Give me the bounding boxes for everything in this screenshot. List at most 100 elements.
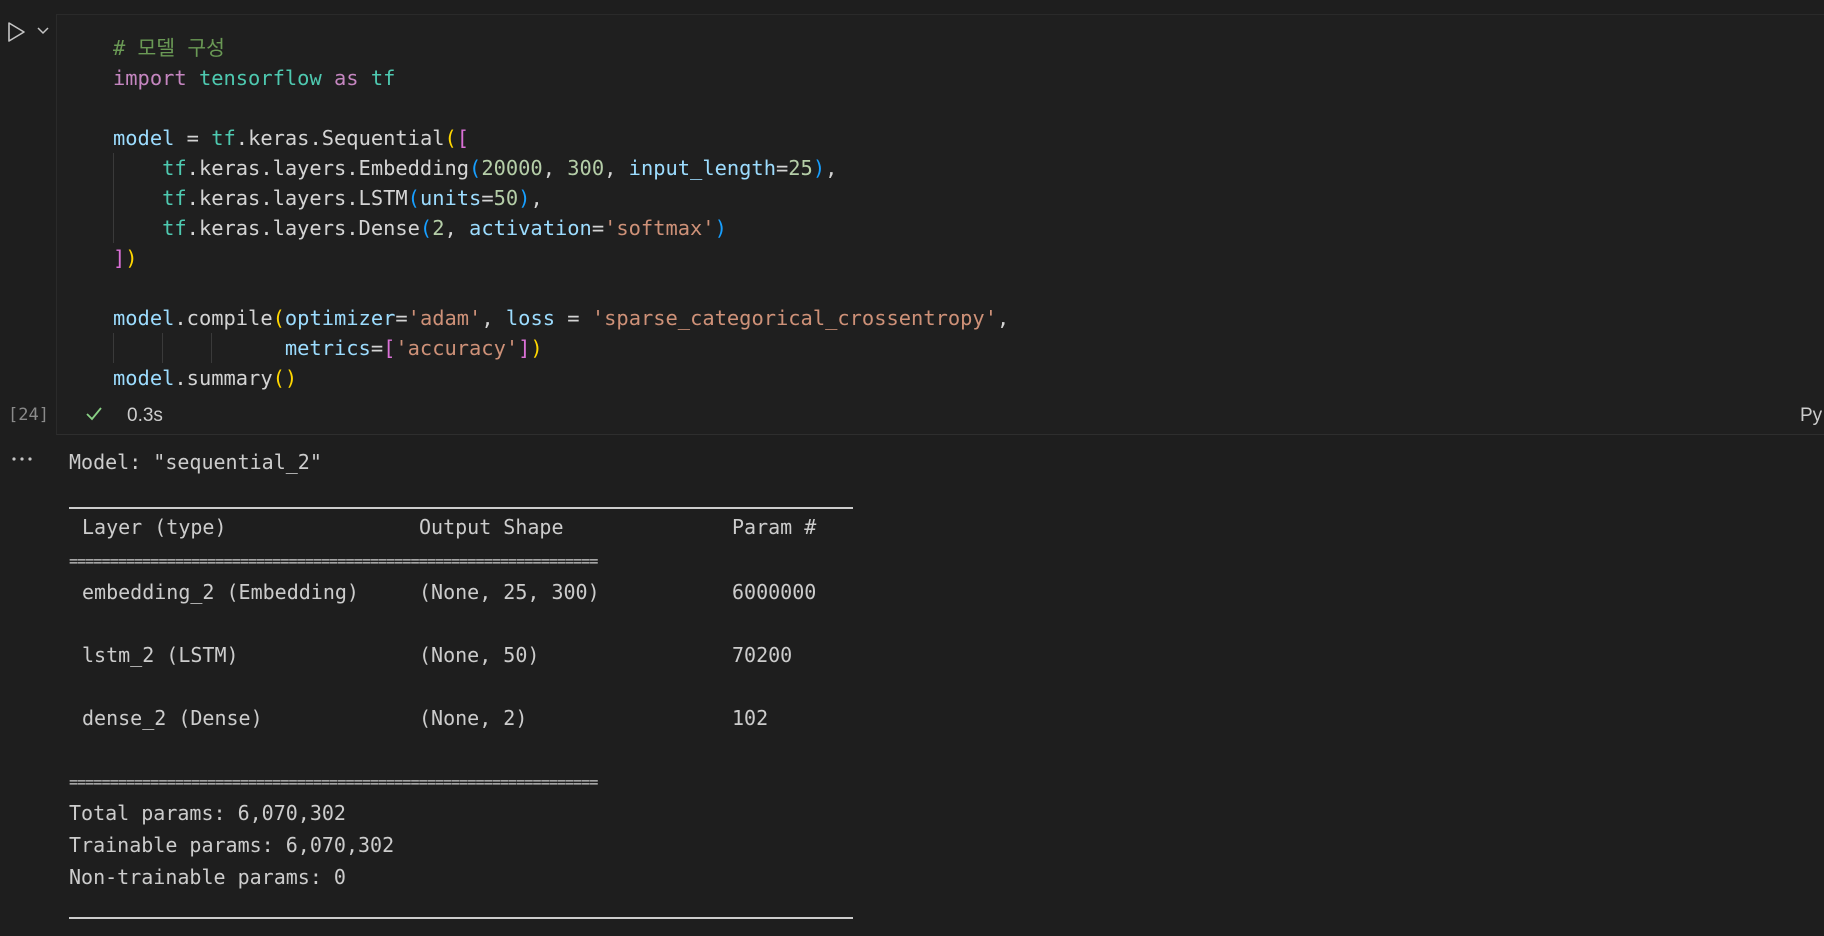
code-token: [ bbox=[383, 336, 396, 360]
code-token: ) bbox=[125, 246, 138, 270]
code-token: 2 bbox=[432, 216, 445, 240]
code-token: ( bbox=[419, 216, 433, 240]
code-token: . bbox=[174, 306, 187, 330]
table-row-shape: (None, 2) bbox=[419, 706, 528, 730]
check-icon bbox=[86, 407, 102, 421]
header-separator: ========================================… bbox=[69, 552, 598, 570]
code-token: import bbox=[113, 66, 187, 90]
code-token: 25 bbox=[788, 156, 813, 180]
code-token: ) bbox=[284, 366, 298, 390]
code-token: 'adam' bbox=[407, 306, 482, 330]
code-token: ( bbox=[407, 186, 420, 210]
code-token: .keras.layers.LSTM bbox=[186, 186, 408, 210]
code-token: as bbox=[334, 66, 359, 90]
code-token: tf bbox=[162, 186, 187, 210]
code-token: ) bbox=[714, 216, 727, 240]
code-token: input_length bbox=[628, 156, 776, 180]
code-token: summary bbox=[186, 366, 273, 390]
code-token: ( bbox=[272, 366, 285, 390]
top-rule bbox=[69, 507, 853, 509]
code-token: ] bbox=[518, 336, 531, 360]
code-token: 300 bbox=[567, 156, 605, 180]
code-token: = bbox=[776, 156, 789, 180]
code-token: model bbox=[113, 366, 175, 390]
header-layer: Layer (type) bbox=[82, 515, 227, 539]
code-token: 'softmax' bbox=[604, 216, 715, 240]
model-name-line: Model: "sequential_2" bbox=[69, 450, 322, 474]
code-token: , bbox=[996, 306, 1010, 330]
code-token: , bbox=[481, 306, 506, 330]
code-token: ( bbox=[469, 156, 482, 180]
code-line: tf.keras.layers.Dense(2, activation='sof… bbox=[113, 213, 1009, 243]
code-token: 'accuracy' bbox=[395, 336, 519, 360]
code-token: model bbox=[113, 306, 175, 330]
indent-guide bbox=[113, 213, 114, 243]
code-token: = bbox=[591, 216, 605, 240]
table-row-layer: dense_2 (Dense) bbox=[82, 706, 263, 730]
code-line: tf.keras.layers.LSTM(units=50), bbox=[113, 183, 1009, 213]
code-token: , bbox=[604, 156, 629, 180]
code-block[interactable]: # 모델 구성 import tensorflow as tf model = tf… bbox=[113, 33, 1009, 393]
table-row-params: 70200 bbox=[732, 643, 793, 667]
code-token: model bbox=[113, 126, 175, 150]
code-token: .keras.layers.Embedding bbox=[186, 156, 470, 180]
code-token: Sequential bbox=[321, 126, 445, 150]
code-token: 50 bbox=[493, 186, 519, 210]
kernel-language-label[interactable]: Py bbox=[1800, 405, 1822, 427]
code-token: ( bbox=[444, 126, 457, 150]
code-token: optimizer bbox=[284, 306, 396, 330]
table-row-shape: (None, 25, 300) bbox=[419, 580, 600, 604]
code-token: tf bbox=[162, 156, 187, 180]
code-token: ] bbox=[113, 246, 126, 270]
indent-guide bbox=[211, 333, 213, 363]
trainable-params: Trainable params: 6,070,302 bbox=[69, 833, 395, 857]
footer-separator: ========================================… bbox=[69, 773, 598, 791]
chevron-down-icon[interactable] bbox=[34, 22, 52, 40]
indent-guide bbox=[113, 183, 114, 213]
code-token: tf bbox=[162, 216, 187, 240]
code-token: [ bbox=[456, 126, 470, 150]
code-token: tf bbox=[211, 126, 236, 150]
code-line: import tensorflow as tf bbox=[113, 63, 1009, 93]
total-params: Total params: 6,070,302 bbox=[69, 801, 346, 825]
code-line: ]) bbox=[113, 243, 1009, 273]
code-token: ) bbox=[518, 186, 531, 210]
code-token: ( bbox=[272, 306, 285, 330]
play-icon[interactable] bbox=[4, 20, 28, 44]
code-line: model.compile(optimizer='adam', loss = '… bbox=[113, 303, 1009, 333]
code-token: ) bbox=[812, 156, 826, 180]
bottom-rule bbox=[69, 917, 853, 919]
code-token: , bbox=[530, 186, 543, 210]
code-line: metrics=['accuracy']) bbox=[113, 333, 1009, 363]
code-line: tf.keras.layers.Embedding(20000, 300, in… bbox=[113, 153, 1009, 183]
table-row-layer: lstm_2 (LSTM) bbox=[82, 643, 239, 667]
code-token: , bbox=[825, 156, 838, 180]
code-token: tensorflow bbox=[198, 66, 322, 90]
table-row-params: 102 bbox=[732, 706, 769, 730]
code-token: .keras.layers.Dense bbox=[186, 216, 420, 240]
ellipsis-icon[interactable] bbox=[8, 452, 36, 466]
code-token: = bbox=[395, 306, 408, 330]
execution-count: [24] bbox=[8, 405, 49, 425]
code-token: = bbox=[174, 126, 212, 150]
code-token: loss bbox=[505, 306, 556, 330]
code-line: # 모델 구성 bbox=[113, 33, 1009, 63]
code-token: 'sparse_categorical_crossentropy' bbox=[591, 306, 997, 330]
code-token: 20000 bbox=[481, 156, 543, 180]
indent-guide bbox=[162, 333, 164, 363]
table-row-layer: embedding_2 (Embedding) bbox=[82, 580, 359, 604]
code-token: ) bbox=[530, 336, 543, 360]
code-token: compile bbox=[186, 306, 273, 330]
code-token: = bbox=[370, 336, 384, 360]
code-token: , bbox=[444, 216, 470, 240]
indent-guide bbox=[113, 153, 114, 183]
code-token: , bbox=[542, 156, 568, 180]
table-row-params: 6000000 bbox=[732, 580, 817, 604]
